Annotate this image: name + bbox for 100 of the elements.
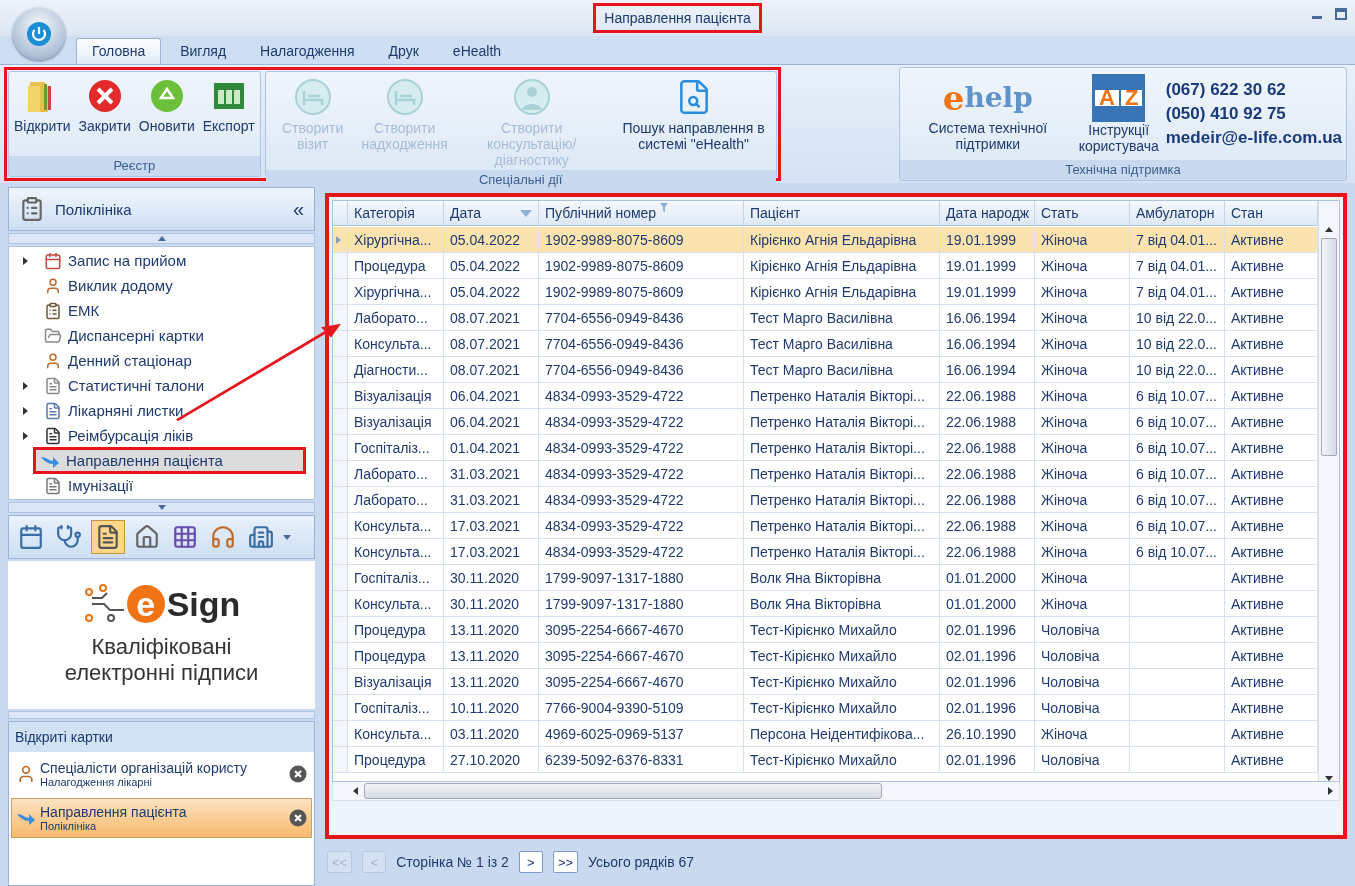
collapse-button[interactable]: «: [292, 197, 304, 221]
document-icon: [44, 401, 62, 420]
table-cell: 08.07.2021: [444, 357, 539, 383]
column-header[interactable]: Дата народж: [940, 201, 1035, 226]
table-cell: 3095-2254-6667-4670: [539, 643, 744, 669]
pager-button[interactable]: >>: [552, 851, 579, 874]
tree-item[interactable]: Запис на прийом: [37, 247, 194, 274]
scroll-up-button[interactable]: [8, 233, 315, 244]
open-card[interactable]: Спеціалісти організацій користу Налагодження лікарні: [11, 754, 312, 794]
row-indicator[interactable]: [333, 227, 348, 253]
tree-item[interactable]: Диспансерні картки: [37, 322, 211, 349]
maximize-icon[interactable]: [1335, 8, 1347, 20]
table-cell: 7704-6556-0949-8436: [539, 305, 744, 331]
close-icon[interactable]: [289, 765, 307, 783]
table-cell: Активне: [1225, 565, 1318, 591]
table-cell: Кірієнко Агнія Ельдарівна: [744, 227, 940, 253]
table-cell: Персона Неідентифікова...: [744, 721, 940, 747]
table-cell: Тест Марго Василівна: [744, 331, 940, 357]
column-header[interactable]: Стан: [1225, 201, 1318, 226]
table-cell: 26.10.1990: [940, 721, 1035, 747]
open-card[interactable]: Направлення пацієнта Поліклініка: [11, 798, 312, 838]
ehelp-logo: ehelp: [942, 77, 1033, 120]
table-cell: Активне: [1225, 747, 1318, 773]
support-button[interactable]: ehelp Система технічної підтримки: [904, 76, 1072, 152]
calendar-icon: [18, 524, 44, 550]
table-cell: 13.11.2020: [444, 617, 539, 643]
phone-number: (067) 622 30 62: [1165, 80, 1287, 100]
table-cell: Тест-Кірієнко Михайло: [744, 747, 940, 773]
column-header[interactable]: Пацієнт: [744, 201, 940, 226]
tree-item[interactable]: Лікарняні листки: [37, 397, 191, 424]
column-header[interactable]: Дата: [444, 201, 539, 226]
table-cell: Активне: [1225, 669, 1318, 695]
ribbon-button[interactable]: Пошук направлення в системі "eHealth": [613, 76, 774, 154]
document-icon: [44, 476, 62, 495]
bed-icon: [385, 78, 424, 116]
tree-item[interactable]: ЕМК: [37, 297, 107, 324]
pager-button[interactable]: >: [518, 851, 543, 874]
table-cell: 22.06.1988: [940, 409, 1035, 435]
window-title: Направлення пацієнта: [593, 3, 762, 33]
table-cell: Процедура: [348, 617, 444, 643]
table-cell: Тест Марго Василівна: [744, 357, 940, 383]
group-title: Технічна підтримка: [900, 160, 1346, 180]
table-cell: 4834-0993-3529-4722: [539, 539, 744, 565]
table-cell: 6 від 10.07...: [1130, 487, 1225, 513]
ribbon-tab[interactable]: Друк: [373, 39, 434, 64]
ribbon-tab[interactable]: Вигляд: [165, 39, 242, 64]
table-cell: Процедура: [348, 643, 444, 669]
column-header[interactable]: Стать: [1035, 201, 1130, 226]
table-cell: Тест Марго Василівна: [744, 305, 940, 331]
open-cards-title: Відкриті картки: [9, 722, 314, 752]
column-header[interactable]: Публічний номер: [539, 201, 744, 226]
tree-item[interactable]: Денний стаціонар: [37, 347, 199, 374]
house-icon: [134, 524, 160, 550]
table-cell: 6 від 10.07...: [1130, 513, 1225, 539]
table-cell: 30.11.2020: [444, 565, 539, 591]
card-title: Направлення пацієнта: [40, 804, 188, 820]
table-cell: 1799-9097-1317-1880: [539, 591, 744, 617]
table-cell: Хірургічна...: [348, 279, 444, 305]
table-cell: 22.06.1988: [940, 435, 1035, 461]
close-icon[interactable]: [289, 809, 307, 827]
ribbon-tab[interactable]: eHealth: [437, 39, 517, 64]
table-cell: 10.11.2020: [444, 695, 539, 721]
table-cell: 4834-0993-3529-4722: [539, 409, 744, 435]
ribbon-tab[interactable]: Головна: [76, 38, 162, 64]
tree-item[interactable]: Реімбурсація ліків: [37, 422, 201, 449]
table-cell: Консульта...: [348, 539, 444, 565]
tree-item[interactable]: Виклик додому: [37, 272, 180, 299]
banner-caption: Кваліфіковані електронні підписи: [63, 634, 260, 686]
table-cell: Процедура: [348, 253, 444, 279]
ribbon-tab[interactable]: Налагодження: [245, 39, 370, 64]
tree-item[interactable]: Статистичні талони: [37, 372, 212, 399]
manual-button[interactable]: A Z Інструкції користувача: [1075, 74, 1162, 154]
column-header[interactable]: Категорія: [348, 201, 444, 226]
column-header[interactable]: Амбулаторн: [1130, 201, 1225, 226]
module-button[interactable]: [91, 520, 125, 554]
row-indicator[interactable]: [333, 305, 348, 331]
table-cell: 4834-0993-3529-4722: [539, 383, 744, 409]
tree-item[interactable]: Імунізації: [37, 472, 141, 499]
table-cell: 10 від 22.0...: [1130, 357, 1225, 383]
grid-icon: [172, 524, 198, 550]
vertical-scrollbar[interactable]: [1318, 201, 1339, 781]
tree-item[interactable]: Направлення пацієнта: [33, 447, 306, 474]
table-cell: 6 від 10.07...: [1130, 409, 1225, 435]
horizontal-scrollbar[interactable]: [332, 782, 1340, 801]
ribbon-button[interactable]: Експорт: [199, 76, 258, 136]
table-cell: 31.03.2021: [444, 487, 539, 513]
table-cell: 1902-9989-8075-8609: [539, 253, 744, 279]
scroll-down-button[interactable]: [8, 502, 315, 513]
table-cell: Тест-Кірієнко Михайло: [744, 669, 940, 695]
ribbon-button[interactable]: Оновити: [135, 76, 198, 136]
ribbon-button[interactable]: Закрити: [75, 76, 134, 136]
ribbon-button[interactable]: Відкрити: [11, 76, 74, 136]
table-cell: Жіноча: [1035, 227, 1130, 253]
clipboard-icon: [44, 301, 62, 320]
sort-icon: [520, 209, 532, 217]
table-cell: Активне: [1225, 721, 1318, 747]
caret-icon: [157, 505, 166, 510]
table-cell: 16.06.1994: [940, 357, 1035, 383]
hospital-icon: [248, 524, 274, 550]
table-cell: Чоловіча: [1035, 669, 1130, 695]
